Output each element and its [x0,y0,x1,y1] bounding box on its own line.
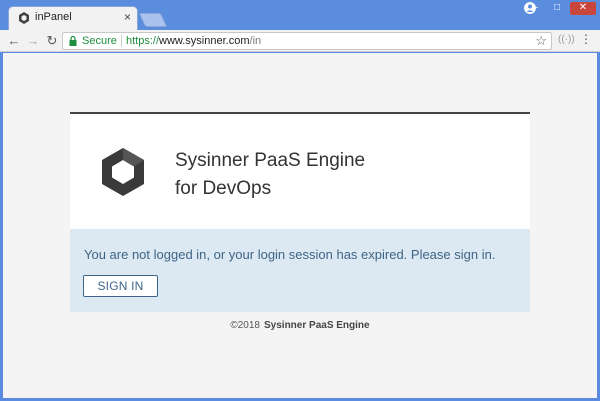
lock-icon [69,36,77,46]
secure-label: Secure [82,35,117,47]
extension-icon[interactable]: ((·)) [558,34,575,45]
omnibox-divider [121,35,122,47]
window-controls: – □ ✕ [526,2,596,16]
close-window-icon[interactable]: ✕ [570,2,596,15]
tab-title: inPanel [35,11,72,23]
browser-tab[interactable]: inPanel × [8,6,138,30]
url-scheme: https:// [126,35,160,47]
sysinner-logo-icon [102,148,144,196]
brand-title: Sysinner PaaS Engine for DevOps [175,147,365,203]
new-tab-button[interactable] [138,13,168,27]
browser-toolbar: ← → ↻ Secure https://www.sysinner.com/in… [0,30,600,52]
tab-strip: inPanel × – □ ✕ [0,0,600,30]
session-expired-message: You are not logged in, or your login ses… [84,247,496,262]
footer-name: Sysinner PaaS Engine [264,320,370,331]
login-card: Sysinner PaaS Engine for DevOps You are … [70,112,530,312]
url-host: www.sysinner.com [159,35,250,47]
brand-panel: Sysinner PaaS Engine for DevOps [70,112,530,229]
page-viewport: Sysinner PaaS Engine for DevOps You are … [3,53,597,398]
bookmark-star-icon[interactable]: ☆ [535,33,547,49]
reload-icon[interactable]: ↻ [44,33,60,49]
forward-arrow-icon[interactable]: → [25,33,41,49]
url-path: /in [249,35,262,47]
minimize-icon[interactable]: – [526,2,544,15]
session-message-panel: You are not logged in, or your login ses… [70,229,530,312]
footer-copyright: ©2018 [230,320,260,331]
close-tab-icon[interactable]: × [124,10,131,24]
address-bar[interactable]: Secure https://www.sysinner.com/in ☆ [62,32,552,50]
brand-line-1: Sysinner PaaS Engine [175,150,366,171]
url-text: https://www.sysinner.com/in [126,35,261,47]
sign-in-button[interactable]: SIGN IN [83,275,158,297]
maximize-icon[interactable]: □ [548,2,566,15]
brand-line-2: for DevOps [175,178,272,199]
back-arrow-icon[interactable]: ← [6,33,22,49]
menu-icon[interactable]: ⋮ [580,32,592,46]
favicon-icon [19,12,29,24]
browser-window: inPanel × – □ ✕ ← → ↻ Secure https://www… [0,0,600,401]
page-footer: ©2018 Sysinner PaaS Engine [3,320,597,331]
